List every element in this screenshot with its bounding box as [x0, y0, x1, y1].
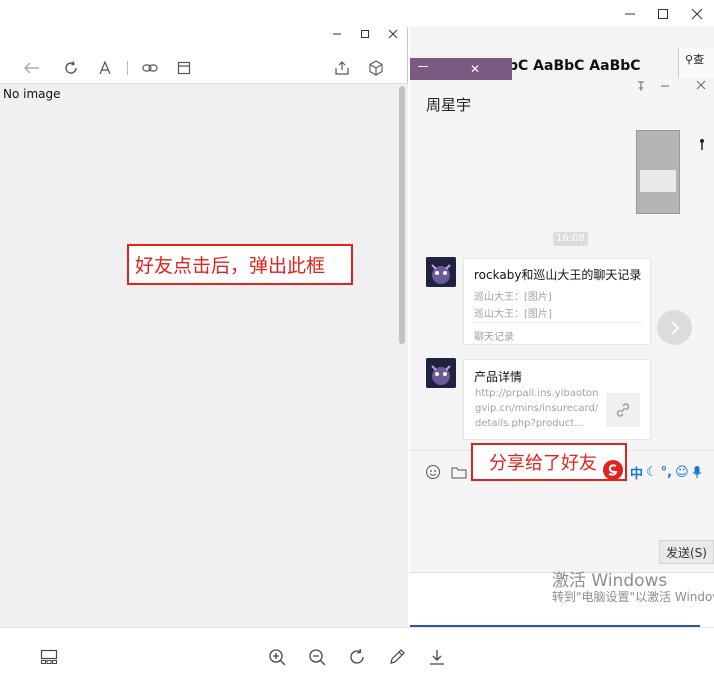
maximize-icon[interactable] — [646, 0, 680, 27]
zoom-in-icon[interactable] — [265, 645, 289, 669]
rotate-icon[interactable] — [59, 56, 83, 80]
card-line: 巡山大王：[图片] — [474, 292, 552, 303]
ime-toolbar[interactable]: 中 ☾ °, ☺ — [630, 462, 702, 482]
pencil-icon[interactable] — [385, 645, 409, 669]
card-title: 产品详情 — [474, 370, 523, 384]
window-icon[interactable] — [172, 56, 196, 80]
minimize-icon[interactable] — [660, 80, 670, 90]
binoculars-icon: ⚲ — [685, 53, 694, 66]
scrollbar-thumb[interactable] — [399, 86, 405, 344]
avatar[interactable] — [426, 358, 456, 388]
card-divider — [472, 322, 642, 323]
thumbnail-dialog — [640, 170, 676, 192]
image-canvas[interactable] — [0, 84, 397, 627]
card-line: 巡山大王：[图片] — [474, 309, 552, 320]
close-icon[interactable] — [680, 0, 714, 27]
chat-contact-name: 周星宇 — [426, 96, 472, 114]
punctuation-icon[interactable]: °, — [661, 465, 672, 480]
moon-icon[interactable]: ☾ — [646, 465, 658, 480]
link-icon — [606, 393, 640, 427]
close-icon[interactable] — [696, 80, 706, 90]
text-icon[interactable] — [93, 56, 117, 80]
activation-watermark-subtitle: 转到"电脑设置"以激活 Windows — [552, 590, 714, 604]
chevron-right-icon — [670, 320, 679, 335]
toolbar-divider — [127, 61, 128, 75]
taskbar-preview-tab[interactable]: ✕ — [410, 58, 512, 80]
word-style-gallery[interactable]: bC AaBbC AaBbC — [508, 58, 641, 74]
send-button[interactable]: 发送(S) — [659, 540, 714, 564]
ime-language-label[interactable]: 中 — [630, 463, 643, 482]
download-icon[interactable] — [425, 645, 449, 669]
forward-button[interactable] — [657, 310, 692, 345]
word-find-button[interactable]: ⚲查 — [678, 48, 714, 78]
close-icon[interactable]: ✕ — [470, 62, 480, 76]
no-image-text: No image — [3, 87, 61, 101]
outer-title-bar — [0, 0, 714, 27]
card-footer: 聊天记录 — [474, 332, 514, 343]
sogou-icon[interactable] — [603, 460, 623, 480]
rotate-icon[interactable] — [345, 645, 369, 669]
minimize-icon[interactable] — [418, 66, 428, 67]
share-icon[interactable] — [330, 56, 354, 80]
thumbnail-panel-icon[interactable] — [37, 645, 61, 669]
pin-icon[interactable] — [636, 81, 646, 91]
annotation-popup-label: 好友点击后，弹出此框 — [127, 244, 353, 285]
folder-icon[interactable] — [449, 463, 469, 481]
message-timestamp: 16:08 — [553, 232, 588, 246]
smiley-icon[interactable]: ☺ — [675, 465, 689, 480]
back-arrow-icon[interactable] — [20, 56, 44, 80]
find-label: 查 — [693, 53, 705, 66]
cube-icon[interactable] — [364, 56, 388, 80]
card-title: rockaby和巡山大王的聊天记录 — [474, 268, 642, 282]
card-url: http://prpall.ins.yibaotongvip.cn/mins/i… — [475, 388, 599, 429]
zoom-out-icon[interactable] — [305, 645, 329, 669]
pin-icon — [697, 138, 707, 150]
emoji-icon[interactable] — [423, 463, 443, 481]
minimize-icon[interactable] — [613, 0, 647, 27]
link-icon[interactable] — [138, 56, 162, 80]
avatar[interactable] — [426, 257, 456, 287]
microphone-icon[interactable] — [692, 465, 702, 479]
